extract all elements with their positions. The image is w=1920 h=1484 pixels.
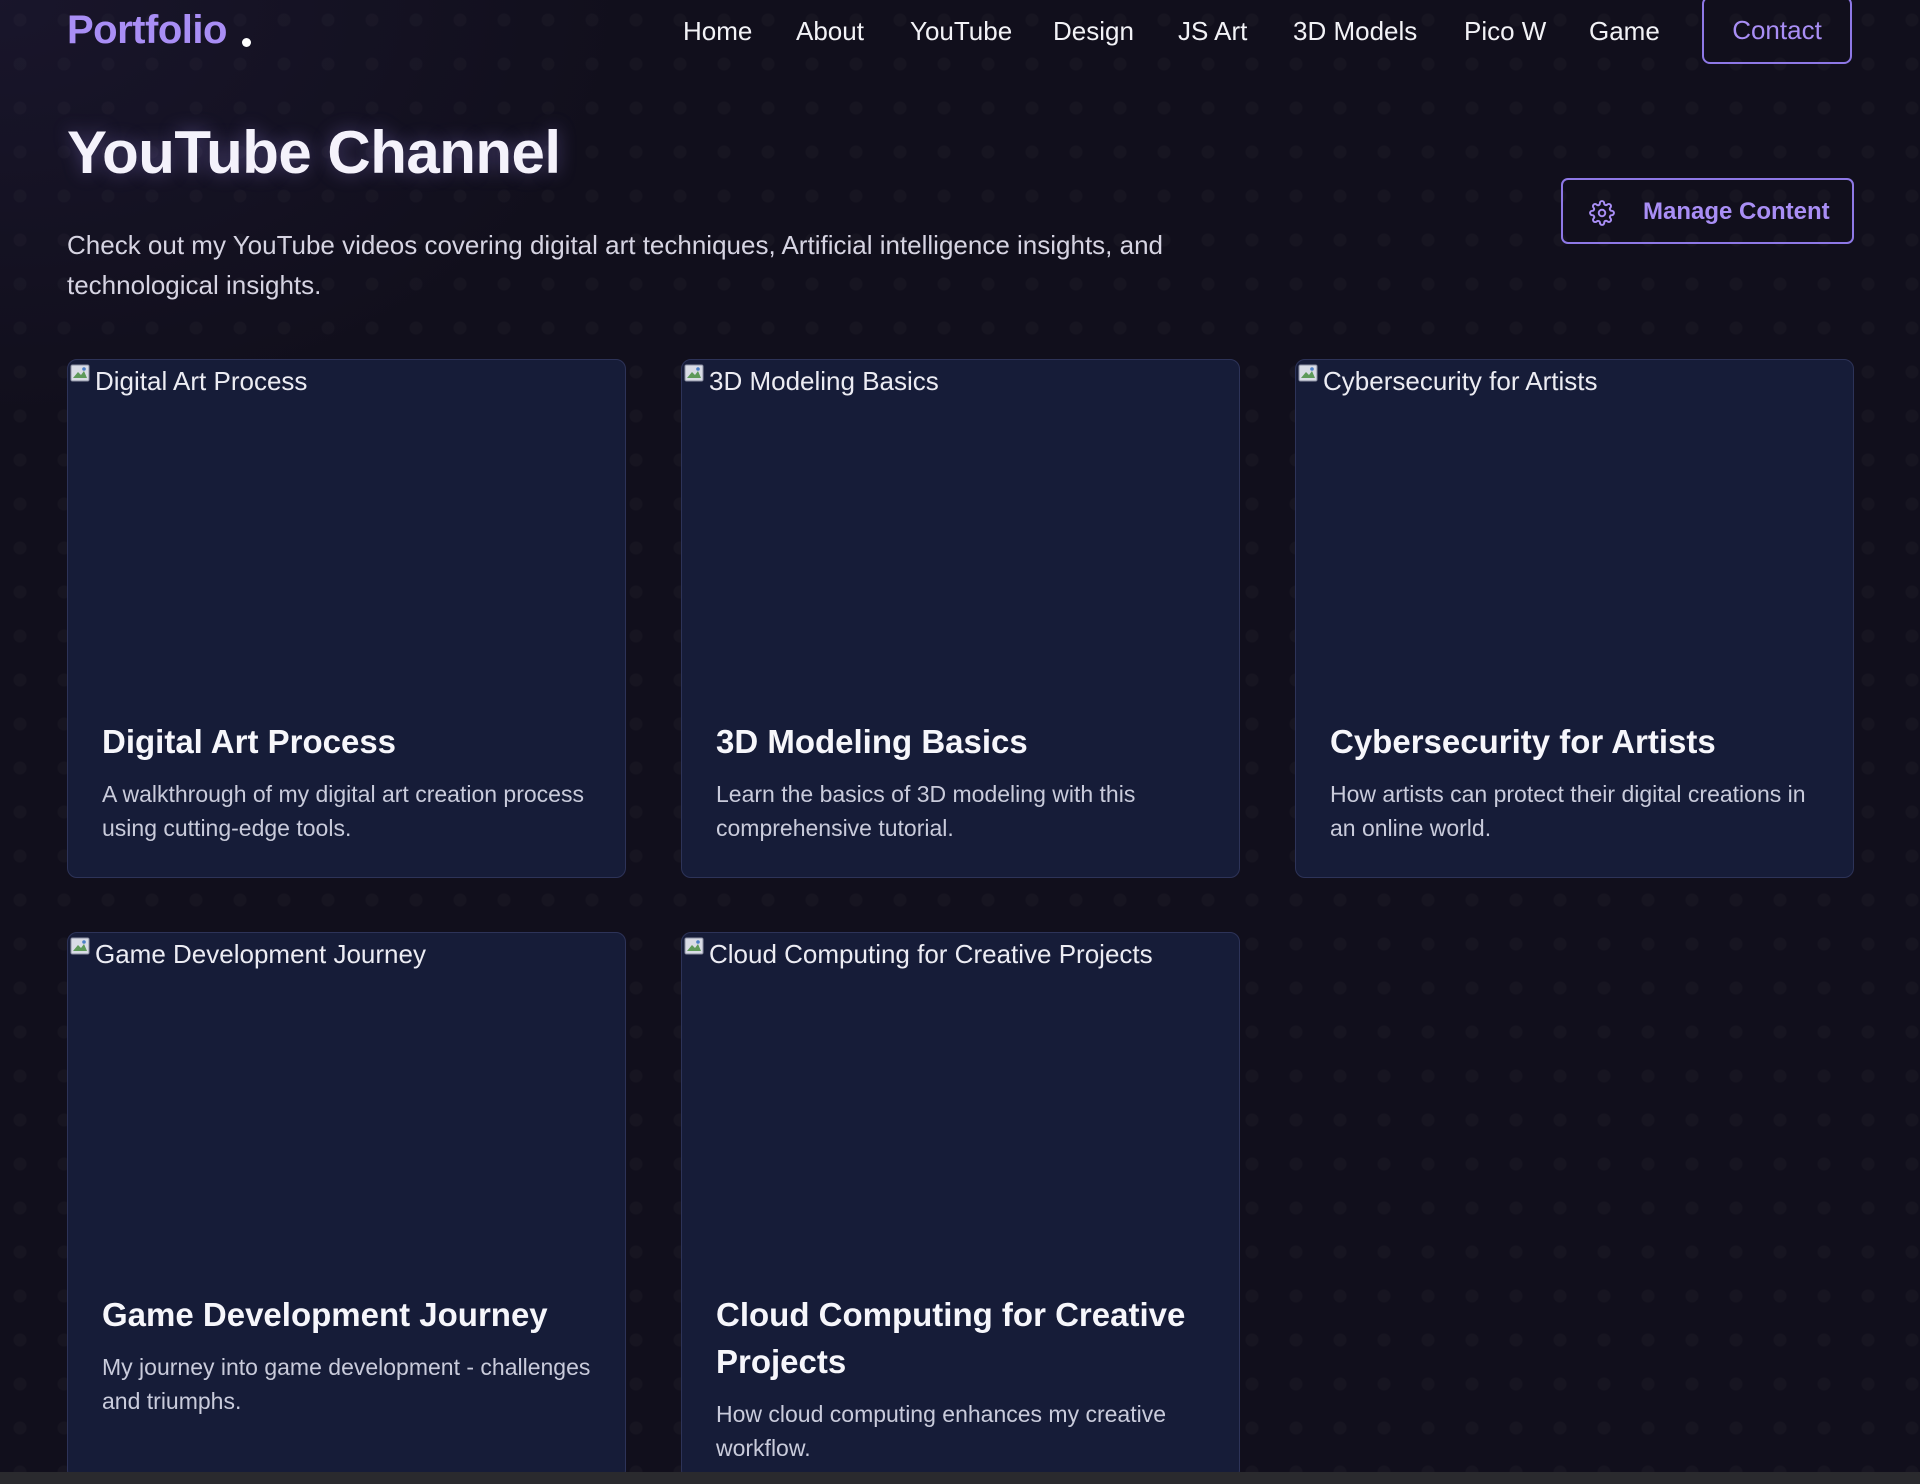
nav-link-pico-w[interactable]: Pico W <box>1464 16 1546 47</box>
thumbnail-alt-text: Cybersecurity for Artists <box>1323 366 1598 396</box>
top-nav: Portfolio Home About YouTube Design JS A… <box>0 0 1920 68</box>
video-title[interactable]: Game Development Journey <box>102 1291 597 1338</box>
manage-content-label: Manage Content <box>1643 198 1830 225</box>
broken-image-icon <box>1298 364 1318 382</box>
video-description: A walkthrough of my digital art creation… <box>102 781 584 841</box>
site-logo[interactable]: Portfolio <box>67 8 227 53</box>
video-title[interactable]: 3D Modeling Basics <box>716 718 1211 765</box>
thumbnail-alt-text: Game Development Journey <box>95 939 426 969</box>
thumbnail-alt-text: 3D Modeling Basics <box>709 366 939 396</box>
bottom-scroll-bar <box>0 1472 1920 1484</box>
nav-link-design[interactable]: Design <box>1053 16 1134 47</box>
video-card-game-dev[interactable]: Game Development Journey Game Developmen… <box>67 932 626 1480</box>
video-card-cloud-computing[interactable]: Cloud Computing for Creative Projects Cl… <box>681 932 1240 1480</box>
page-title: YouTube Channel <box>67 119 561 186</box>
video-title[interactable]: Cloud Computing for Creative Projects <box>716 1291 1211 1385</box>
thumbnail-alt-text: Digital Art Process <box>95 366 308 396</box>
video-card-cybersecurity[interactable]: Cybersecurity for Artists Cybersecurity … <box>1295 359 1854 878</box>
broken-image-icon <box>684 364 704 382</box>
video-thumbnail[interactable]: Cloud Computing for Creative Projects <box>682 933 1239 1263</box>
video-card-3d-modeling[interactable]: 3D Modeling Basics 3D Modeling Basics Le… <box>681 359 1240 878</box>
nav-link-youtube[interactable]: YouTube <box>910 16 1012 47</box>
video-thumbnail[interactable]: 3D Modeling Basics <box>682 360 1239 690</box>
video-card-digital-art[interactable]: Digital Art Process Digital Art Process … <box>67 359 626 878</box>
logo-dot <box>242 38 251 47</box>
nav-link-home[interactable]: Home <box>683 16 752 47</box>
nav-link-js-art[interactable]: JS Art <box>1178 16 1247 47</box>
broken-image-icon <box>70 937 90 955</box>
manage-content-button[interactable]: Manage Content <box>1561 178 1854 244</box>
thumbnail-alt-text: Cloud Computing for Creative Projects <box>709 939 1153 969</box>
nav-link-about[interactable]: About <box>796 16 864 47</box>
video-title[interactable]: Cybersecurity for Artists <box>1330 718 1825 765</box>
nav-link-3d-models[interactable]: 3D Models <box>1293 16 1417 47</box>
page: Portfolio Home About YouTube Design JS A… <box>0 0 1920 1484</box>
video-description: Learn the basics of 3D modeling with thi… <box>716 781 1136 841</box>
video-thumbnail[interactable]: Game Development Journey <box>68 933 625 1263</box>
gear-icon <box>1589 200 1615 226</box>
video-description: My journey into game development - chall… <box>102 1354 591 1414</box>
video-thumbnail[interactable]: Digital Art Process <box>68 360 625 690</box>
broken-image-icon <box>70 364 90 382</box>
contact-button[interactable]: Contact <box>1702 0 1852 64</box>
nav-link-game[interactable]: Game <box>1589 16 1660 47</box>
video-thumbnail[interactable]: Cybersecurity for Artists <box>1296 360 1853 690</box>
page-description: Check out my YouTube videos covering dig… <box>67 230 1163 300</box>
video-description: How cloud computing enhances my creative… <box>716 1401 1167 1461</box>
video-title[interactable]: Digital Art Process <box>102 718 597 765</box>
broken-image-icon <box>684 937 704 955</box>
video-description: How artists can protect their digital cr… <box>1330 781 1806 841</box>
